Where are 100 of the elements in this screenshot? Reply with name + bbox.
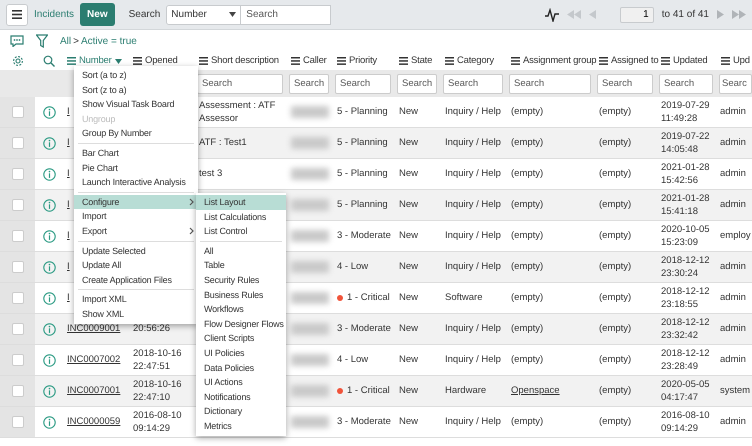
column-search-field[interactable]: Search bbox=[397, 74, 437, 94]
column-menu-icon[interactable] bbox=[199, 57, 208, 65]
column-header[interactable]: Short description bbox=[211, 54, 279, 68]
info-icon[interactable] bbox=[42, 168, 56, 180]
menu-button[interactable] bbox=[6, 4, 28, 26]
row-checkbox[interactable] bbox=[12, 168, 24, 180]
menu-item[interactable]: Update All bbox=[74, 258, 198, 273]
menu-item[interactable]: UI Actions bbox=[196, 375, 286, 390]
assignment-group-link[interactable]: Openspace bbox=[511, 385, 560, 396]
breadcrumb-link[interactable]: All bbox=[60, 34, 72, 48]
column-menu-icon[interactable] bbox=[399, 57, 408, 65]
record-link[interactable]: I bbox=[67, 292, 70, 304]
column-header[interactable]: Upd bbox=[733, 54, 750, 68]
column-header[interactable]: Assignment group bbox=[523, 54, 596, 68]
record-link[interactable]: I bbox=[67, 168, 70, 180]
info-icon[interactable] bbox=[42, 292, 56, 304]
record-link[interactable]: INC0000059 bbox=[67, 416, 120, 428]
info-icon[interactable] bbox=[42, 416, 56, 428]
column-menu-icon[interactable] bbox=[445, 57, 454, 65]
menu-item[interactable]: List Calculations bbox=[196, 210, 286, 224]
search-icon[interactable] bbox=[43, 55, 55, 67]
row-checkbox[interactable] bbox=[12, 199, 24, 211]
info-icon[interactable] bbox=[42, 230, 56, 242]
record-link[interactable]: I bbox=[67, 137, 70, 148]
column-header[interactable]: State bbox=[411, 54, 432, 68]
info-icon[interactable] bbox=[42, 136, 56, 150]
menu-item[interactable]: Bar Chart bbox=[74, 146, 198, 161]
column-search-field[interactable]: Search bbox=[335, 74, 391, 94]
info-icon[interactable] bbox=[42, 354, 56, 366]
column-menu-icon[interactable] bbox=[291, 57, 300, 65]
column-header[interactable]: Category bbox=[457, 54, 494, 68]
menu-item[interactable]: Import bbox=[74, 209, 198, 224]
column-search-field[interactable]: Search bbox=[597, 74, 653, 94]
menu-item[interactable]: Business Rules bbox=[196, 288, 286, 302]
record-link[interactable]: INC0007001 bbox=[67, 385, 120, 396]
menu-item[interactable]: Sort (z to a) bbox=[74, 82, 198, 98]
record-link[interactable]: I bbox=[67, 230, 70, 242]
menu-item[interactable]: Launch Interactive Analysis bbox=[74, 175, 198, 190]
search-field-dropdown[interactable]: Number bbox=[166, 4, 242, 24]
menu-item[interactable]: Metrics bbox=[196, 418, 286, 434]
menu-item[interactable]: Flow Designer Flows bbox=[196, 316, 286, 332]
menu-item[interactable]: Configure bbox=[74, 194, 198, 210]
menu-item[interactable]: Pie Chart bbox=[74, 160, 198, 176]
column-search-field[interactable]: Search bbox=[443, 74, 503, 94]
record-link[interactable]: INC0007002 bbox=[67, 354, 120, 366]
row-checkbox[interactable] bbox=[12, 292, 24, 304]
menu-item[interactable]: List Control bbox=[196, 224, 286, 239]
column-search-field[interactable]: Searc bbox=[719, 74, 752, 94]
column-menu-icon[interactable] bbox=[721, 57, 730, 65]
new-button[interactable]: New bbox=[80, 3, 115, 26]
column-search-field[interactable]: Search bbox=[289, 74, 329, 94]
column-header[interactable]: Assigned to bbox=[611, 54, 658, 68]
record-link[interactable]: I bbox=[67, 261, 70, 272]
column-search-field[interactable]: Search bbox=[197, 74, 283, 94]
search-input[interactable]: Search bbox=[241, 4, 332, 24]
row-checkbox[interactable] bbox=[12, 106, 24, 118]
record-link[interactable]: INC0009001 bbox=[67, 323, 120, 334]
info-icon[interactable] bbox=[42, 198, 56, 212]
page-number-field[interactable]: 1 bbox=[620, 6, 654, 22]
column-search-field[interactable]: Search bbox=[509, 74, 591, 94]
activity-icon[interactable] bbox=[544, 8, 559, 22]
record-link[interactable]: I bbox=[67, 199, 70, 210]
info-icon[interactable] bbox=[42, 260, 56, 274]
row-checkbox[interactable] bbox=[12, 230, 24, 242]
chat-icon[interactable] bbox=[10, 35, 24, 47]
row-checkbox[interactable] bbox=[12, 416, 24, 428]
menu-item[interactable]: Import XML bbox=[74, 292, 198, 307]
breadcrumb-link[interactable]: Active = true bbox=[80, 34, 137, 48]
menu-item[interactable]: Show Visual Task Board bbox=[74, 97, 198, 112]
row-checkbox[interactable] bbox=[12, 385, 24, 397]
row-checkbox[interactable] bbox=[12, 354, 24, 366]
column-header[interactable]: Updated bbox=[673, 54, 708, 68]
menu-item[interactable]: Client Scripts bbox=[196, 331, 286, 346]
menu-item[interactable]: Notifications bbox=[196, 390, 286, 404]
column-header[interactable]: Priority bbox=[349, 54, 377, 68]
info-icon[interactable] bbox=[42, 106, 56, 118]
menu-item[interactable]: UI Policies bbox=[196, 346, 286, 361]
filter-icon[interactable] bbox=[36, 34, 48, 48]
settings-icon[interactable] bbox=[12, 55, 24, 67]
column-menu-icon[interactable] bbox=[661, 57, 670, 65]
menu-item[interactable]: List Layout bbox=[196, 195, 286, 210]
menu-item[interactable]: Create Application Files bbox=[74, 272, 198, 288]
menu-item[interactable]: Group By Number bbox=[74, 126, 198, 141]
column-menu-icon[interactable] bbox=[511, 57, 520, 65]
record-link[interactable]: I bbox=[67, 106, 70, 118]
menu-item[interactable]: Export bbox=[74, 224, 198, 239]
info-icon[interactable] bbox=[42, 384, 56, 398]
menu-item[interactable]: Update Selected bbox=[74, 244, 198, 258]
column-menu-icon[interactable] bbox=[599, 57, 608, 65]
row-checkbox[interactable] bbox=[12, 323, 24, 335]
menu-item[interactable]: Security Rules bbox=[196, 272, 286, 288]
row-checkbox[interactable] bbox=[12, 261, 24, 273]
info-icon[interactable] bbox=[42, 322, 56, 336]
column-menu-icon[interactable] bbox=[337, 57, 346, 65]
menu-item[interactable]: Show XML bbox=[74, 306, 198, 322]
menu-item[interactable]: Data Policies bbox=[196, 360, 286, 376]
row-checkbox[interactable] bbox=[12, 137, 24, 149]
menu-item[interactable]: Table bbox=[196, 258, 286, 273]
menu-item[interactable]: Dictionary bbox=[196, 404, 286, 419]
column-search-field[interactable]: Search bbox=[659, 74, 713, 94]
